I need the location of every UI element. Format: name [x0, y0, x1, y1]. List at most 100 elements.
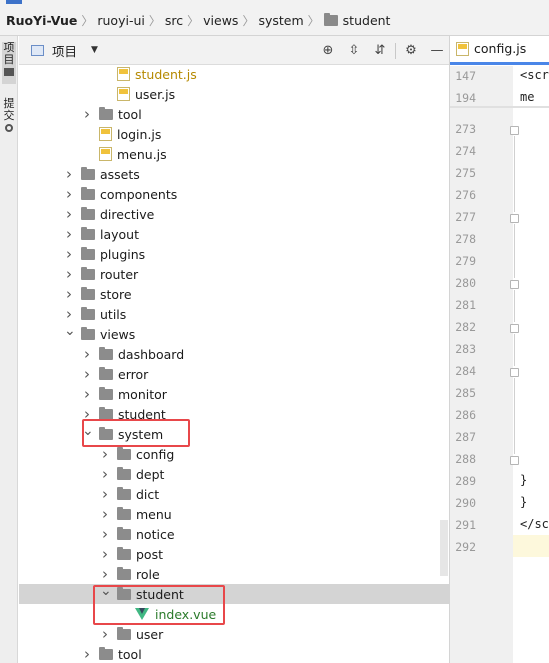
chevron-right-icon[interactable]: › — [82, 385, 92, 403]
project-tool-tab[interactable]: 项目 — [2, 42, 16, 84]
tree-item-label: components — [100, 186, 178, 202]
breadcrumb-item[interactable]: 〉 ruoyi-ui — [77, 12, 145, 29]
chevron-right-icon[interactable]: › — [100, 625, 110, 643]
tree-item-label: dict — [136, 486, 160, 502]
tree-item-label: utils — [100, 306, 127, 322]
fold-marker-icon[interactable] — [510, 368, 519, 377]
tree-row[interactable]: › post — [19, 544, 450, 564]
commit-tool-tab[interactable]: 提交 — [2, 98, 16, 140]
fold-marker-icon[interactable] — [510, 456, 519, 465]
chevron-right-icon[interactable]: › — [82, 105, 92, 123]
tree-row[interactable]: › dept — [19, 464, 450, 484]
tree-row[interactable]: ⌄ views — [19, 323, 450, 344]
tree-row[interactable]: › utils — [19, 304, 450, 324]
hide-icon[interactable]: — — [424, 43, 450, 58]
chevron-down-icon[interactable]: ⌄ — [64, 323, 76, 339]
fold-marker-icon[interactable] — [510, 214, 519, 223]
breadcrumb-item[interactable]: 〉 views — [183, 12, 238, 29]
chevron-right-icon[interactable]: › — [82, 645, 92, 663]
code-line[interactable]: me — [520, 90, 534, 104]
line-number: 277 — [455, 210, 476, 224]
fold-marker-icon[interactable] — [510, 280, 519, 289]
tree-row[interactable]: ›student.js — [19, 66, 450, 84]
tree-row[interactable]: › plugins — [19, 244, 450, 264]
breadcrumb-item[interactable]: 〉 src — [145, 12, 183, 29]
tree-row[interactable]: › store — [19, 284, 450, 304]
breadcrumb-item[interactable]: 〉 student — [304, 12, 390, 29]
chevron-right-icon[interactable]: › — [100, 565, 110, 583]
tree-row[interactable]: › monitor — [19, 384, 450, 404]
chevron-right-icon[interactable]: › — [64, 285, 74, 303]
tree-row[interactable]: › dict — [19, 484, 450, 504]
chevron-right-icon[interactable]: › — [64, 225, 74, 243]
settings-icon[interactable]: ⚙ — [398, 43, 424, 58]
current-line-highlight — [513, 535, 549, 557]
chevron-right-icon[interactable]: › — [100, 465, 110, 483]
project-panel-title[interactable]: 项目 — [52, 41, 77, 60]
indent-guide — [514, 378, 515, 454]
chevron-right-icon[interactable]: › — [64, 245, 74, 263]
chevron-right-icon[interactable]: › — [100, 525, 110, 543]
tree-item-label: monitor — [118, 386, 167, 402]
folder-icon — [117, 546, 131, 560]
project-tree: ›student.js›user.js›tool›login.js›menu.j… — [19, 66, 450, 663]
chevron-right-icon[interactable]: › — [64, 165, 74, 183]
chevron-right-icon[interactable]: › — [64, 185, 74, 203]
chevron-right-icon[interactable]: › — [100, 545, 110, 563]
editor-code-area[interactable] — [513, 66, 549, 663]
locate-icon[interactable]: ⊕ — [315, 43, 341, 58]
folder-icon — [117, 566, 131, 580]
breadcrumb-item[interactable]: RuoYi-Vue — [6, 13, 77, 28]
tree-row[interactable]: ›index.vue — [19, 604, 450, 624]
tree-row[interactable]: › components — [19, 184, 450, 204]
tree-row[interactable]: › tool — [19, 644, 450, 663]
tree-row[interactable]: › notice — [19, 524, 450, 544]
chevron-right-icon[interactable]: › — [82, 345, 92, 363]
indent-guide — [514, 136, 515, 212]
chevron-down-icon[interactable]: ▼ — [91, 45, 98, 55]
tree-row[interactable]: › directive — [19, 204, 450, 224]
chevron-right-icon[interactable]: › — [100, 505, 110, 523]
tree-row[interactable]: › user — [19, 624, 450, 644]
indent-guide — [514, 224, 515, 278]
tree-row[interactable]: › menu — [19, 504, 450, 524]
chevron-right-icon: 〉 — [148, 13, 161, 28]
editor-tab-config-js[interactable]: config.js — [450, 35, 549, 65]
chevron-right-icon[interactable]: › — [64, 205, 74, 223]
chevron-right-icon: 〉 — [81, 13, 94, 28]
tree-row[interactable]: ›user.js — [19, 84, 450, 104]
tree-row[interactable]: › layout — [19, 224, 450, 244]
code-line[interactable]: } — [520, 473, 527, 487]
line-number: 280 — [455, 276, 476, 290]
fold-marker-icon[interactable] — [510, 126, 519, 135]
tree-item-label: dashboard — [118, 346, 185, 362]
tree-row[interactable]: › dashboard — [19, 344, 450, 364]
chevron-right-icon[interactable]: › — [64, 265, 74, 283]
project-view-icon — [31, 44, 44, 56]
tree-row[interactable]: › tool — [19, 104, 450, 124]
chevron-right-icon[interactable]: › — [64, 305, 74, 323]
chevron-right-icon: 〉 — [187, 13, 200, 28]
chevron-right-icon[interactable]: › — [100, 485, 110, 503]
chevron-right-icon[interactable]: › — [82, 365, 92, 383]
expand-all-icon[interactable]: ⇳ — [341, 43, 367, 58]
code-line[interactable]: } — [520, 495, 527, 509]
breadcrumb-item[interactable]: 〉 system — [238, 12, 303, 29]
folder-icon — [99, 386, 113, 400]
tree-row[interactable]: ›login.js — [19, 124, 450, 144]
breadcrumb-label: views — [203, 12, 239, 28]
code-line[interactable]: <scr — [520, 68, 549, 82]
fold-marker-icon[interactable] — [510, 324, 519, 333]
tree-row[interactable]: ›menu.js — [19, 144, 450, 164]
tree-row[interactable]: › router — [19, 264, 450, 284]
tree-row[interactable]: › config — [19, 444, 450, 464]
tree-row[interactable]: › assets — [19, 164, 450, 184]
collapse-all-icon[interactable]: ⇵ — [367, 43, 393, 58]
tree-row[interactable]: › role — [19, 564, 450, 584]
chevron-right-icon[interactable]: › — [100, 445, 110, 463]
tree-row[interactable]: ⌄ student — [19, 583, 450, 604]
code-line[interactable]: </sc — [520, 517, 549, 531]
tree-scrollbar[interactable] — [440, 520, 448, 576]
tree-row[interactable]: › error — [19, 364, 450, 384]
tree-item-label: login.js — [117, 126, 162, 142]
